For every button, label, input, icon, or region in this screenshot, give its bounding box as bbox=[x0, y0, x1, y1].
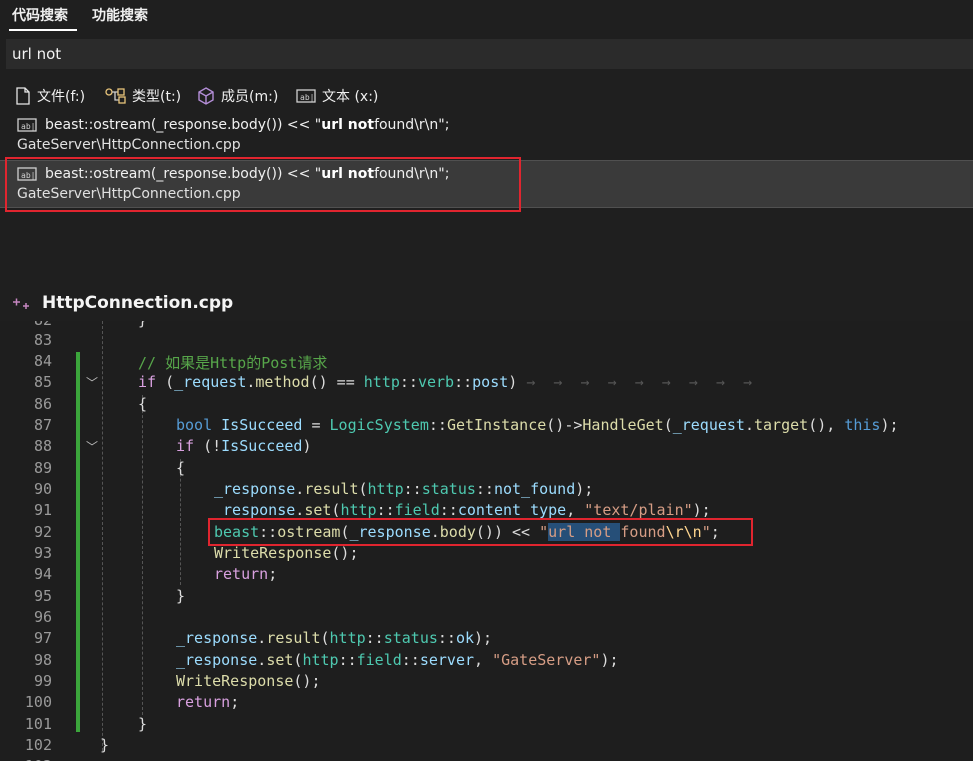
code-line: } bbox=[176, 587, 186, 605]
code-line: } bbox=[138, 321, 147, 329]
code-editor[interactable]: 82 83 84 85 86 87 88 89 90 91 92 93 94 9… bbox=[0, 321, 973, 761]
preview-title: HttpConnection.cpp bbox=[12, 293, 233, 313]
code-line: if (_request.method() == http::verb::pos… bbox=[138, 373, 753, 391]
filter-files[interactable]: 文件(f:) bbox=[15, 86, 85, 106]
filter-text[interactable]: ab| 文本 (x:) bbox=[296, 86, 378, 106]
code-line: bool IsSucceed = LogicSystem::GetInstanc… bbox=[176, 416, 899, 434]
line-number: 92 bbox=[33, 523, 52, 541]
code-line: return; bbox=[176, 693, 240, 711]
filter-types[interactable]: 类型(t:) bbox=[104, 86, 181, 106]
indent-guide bbox=[142, 395, 143, 715]
code-line-highlighted: beast::ostream(_response.body()) << "url… bbox=[214, 523, 720, 541]
line-number: 86 bbox=[33, 395, 52, 413]
result-match: url not bbox=[321, 166, 375, 182]
line-number: 87 bbox=[33, 416, 52, 434]
line-number: 102 bbox=[24, 736, 52, 754]
tab-feature-search[interactable]: 功能搜索 bbox=[92, 5, 148, 25]
result-code-line: ab| beast::ostream(_response.body()) << … bbox=[17, 166, 449, 182]
tab-code-search[interactable]: 代码搜索 bbox=[12, 5, 68, 25]
line-number: 93 bbox=[33, 544, 52, 562]
code-line: _response.set(http::field::server, "Gate… bbox=[176, 651, 619, 669]
code-line: // 如果是Http的Post请求 bbox=[138, 354, 328, 372]
code-line: } bbox=[100, 736, 110, 754]
search-result[interactable]: ab| beast::ostream(_response.body()) << … bbox=[0, 112, 973, 160]
text-result-icon: ab| bbox=[17, 118, 37, 132]
line-number: 101 bbox=[24, 715, 52, 733]
search-result-selected[interactable]: ab| beast::ostream(_response.body()) << … bbox=[0, 160, 973, 208]
svg-text:ab|: ab| bbox=[300, 93, 314, 102]
result-match: url not bbox=[321, 117, 375, 133]
code-line: _response.result(http::status::not_found… bbox=[214, 480, 594, 498]
line-number: 83 bbox=[33, 331, 52, 349]
search-input[interactable] bbox=[6, 39, 966, 69]
code-line: _response.result(http::status::ok); bbox=[176, 629, 493, 647]
filter-types-label: 类型(t:) bbox=[132, 89, 182, 105]
result-suffix: found\r\n"; bbox=[374, 117, 450, 133]
filter-bar: 文件(f:) 类型(t:) 成员(m:) ab| 文本 (x:) bbox=[0, 82, 973, 108]
code-line: _response.set(http::field::content_type,… bbox=[214, 501, 711, 519]
filter-members[interactable]: 成员(m:) bbox=[197, 86, 278, 106]
text-icon: ab| bbox=[296, 89, 316, 103]
code-line: WriteResponse(); bbox=[176, 672, 321, 690]
line-number: 88 bbox=[33, 437, 52, 455]
indent-guide bbox=[102, 321, 103, 751]
search-box bbox=[6, 39, 973, 69]
filter-files-label: 文件(f:) bbox=[37, 89, 86, 105]
fold-toggle-icon[interactable]: ﹀ bbox=[86, 438, 98, 455]
line-number: 89 bbox=[33, 459, 52, 477]
code-line: { bbox=[176, 459, 186, 477]
line-number: 96 bbox=[33, 608, 52, 626]
result-prefix: beast::ostream(_response.body()) << " bbox=[45, 117, 322, 133]
result-code-line: ab| beast::ostream(_response.body()) << … bbox=[17, 117, 449, 133]
line-number: 99 bbox=[33, 672, 52, 690]
line-number: 103 bbox=[0, 757, 52, 761]
code-line: } bbox=[138, 715, 148, 733]
line-number: 82 bbox=[0, 321, 52, 329]
active-tab-indicator bbox=[9, 29, 77, 31]
line-number: 98 bbox=[33, 651, 52, 669]
code-preview: HttpConnection.cpp 82 83 84 85 86 87 88 … bbox=[0, 285, 973, 761]
file-icon bbox=[16, 87, 30, 105]
member-icon bbox=[198, 87, 214, 105]
code-line: WriteResponse(); bbox=[214, 544, 359, 562]
filter-members-label: 成员(m:) bbox=[221, 89, 279, 105]
line-number: 91 bbox=[33, 501, 52, 519]
text-result-icon: ab| bbox=[17, 167, 37, 181]
code-line: if (!IsSucceed) bbox=[176, 437, 312, 455]
code-line: return; bbox=[214, 565, 278, 583]
fold-toggle-icon[interactable]: ﹀ bbox=[86, 374, 98, 391]
svg-text:ab|: ab| bbox=[21, 122, 35, 131]
result-prefix: beast::ostream(_response.body()) << " bbox=[45, 166, 322, 182]
code-line: { bbox=[138, 395, 148, 413]
result-file-path: GateServer\HttpConnection.cpp bbox=[17, 137, 241, 153]
line-number: 84 bbox=[33, 352, 52, 370]
search-tabs: 代码搜索 功能搜索 bbox=[0, 0, 973, 32]
line-number: 85 bbox=[33, 373, 52, 391]
result-file-path: GateServer\HttpConnection.cpp bbox=[17, 186, 241, 202]
change-indicator-bar bbox=[76, 352, 80, 732]
line-number: 100 bbox=[24, 693, 52, 711]
type-icon bbox=[105, 88, 126, 104]
line-number: 90 bbox=[33, 480, 52, 498]
indent-guide bbox=[180, 459, 181, 585]
cpp-file-icon bbox=[13, 298, 29, 309]
line-number: 94 bbox=[33, 565, 52, 583]
filter-text-label: 文本 (x:) bbox=[322, 89, 379, 105]
line-number: 97 bbox=[33, 629, 52, 647]
preview-filename: HttpConnection.cpp bbox=[42, 293, 234, 313]
result-suffix: found\r\n"; bbox=[374, 166, 450, 182]
line-number: 95 bbox=[33, 587, 52, 605]
svg-text:ab|: ab| bbox=[21, 171, 35, 180]
